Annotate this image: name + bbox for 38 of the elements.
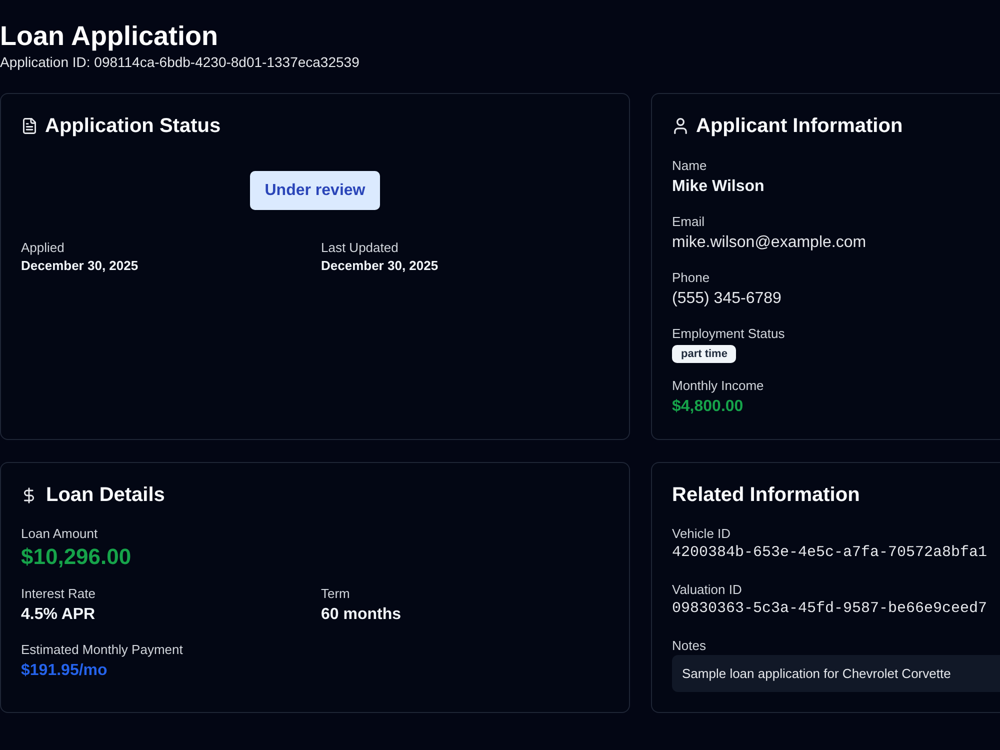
field-value: 09830363-5c3a-45fd-9587-be66e9ceed7 bbox=[672, 599, 988, 619]
date-value: December 30, 2025 bbox=[21, 257, 140, 275]
field-label: Interest Rate bbox=[21, 585, 96, 603]
application-id: Application ID: 098114ca-6bdb-4230-8d01-1337eca32539 bbox=[0, 53, 360, 71]
date-label: Applied bbox=[21, 239, 66, 257]
field-label: Estimated Monthly Payment bbox=[21, 641, 184, 659]
field-label: Notes bbox=[672, 637, 707, 655]
field-label: Loan Amount bbox=[21, 525, 99, 543]
field-value: 4200384b-653e-4e5c-a7fa-70572a8bfa1 bbox=[672, 543, 988, 563]
field-label: Valuation ID bbox=[672, 581, 743, 599]
field-value: $4,800.00 bbox=[672, 397, 744, 417]
field-label: Term bbox=[321, 585, 351, 603]
field-value: Mike Wilson bbox=[672, 177, 766, 197]
card-title: Application Status bbox=[45, 114, 221, 138]
field-value: $191.95/mo bbox=[21, 661, 108, 681]
field-value: 60 months bbox=[321, 605, 402, 625]
field-label: Email bbox=[672, 213, 706, 231]
employment-badge: part time bbox=[672, 345, 736, 363]
card-title: Loan Details bbox=[46, 483, 165, 507]
field-value: 4.5% APR bbox=[21, 605, 96, 625]
field-value: mike.wilson@example.com bbox=[672, 233, 868, 253]
date-label: Last Updated bbox=[321, 239, 400, 257]
notes-text: Sample loan application for Chevrolet Corvette bbox=[672, 655, 1000, 692]
page-title: Loan Application bbox=[0, 20, 218, 53]
document-icon bbox=[23, 118, 36, 134]
card-title: Related Information bbox=[672, 483, 860, 507]
field-label: Name bbox=[672, 157, 708, 175]
dollar-icon bbox=[24, 486, 34, 504]
status-badge: Under review bbox=[250, 171, 380, 210]
card-title: Applicant Information bbox=[696, 114, 903, 138]
field-label: Employment Status bbox=[672, 325, 786, 343]
field-value: (555) 345-6789 bbox=[672, 289, 782, 309]
field-label: Vehicle ID bbox=[672, 525, 732, 543]
field-value: $10,296.00 bbox=[21, 543, 132, 571]
field-label: Monthly Income bbox=[672, 377, 765, 395]
person-icon bbox=[674, 118, 687, 134]
date-value: December 30, 2025 bbox=[321, 257, 440, 275]
field-label: Phone bbox=[672, 269, 711, 287]
